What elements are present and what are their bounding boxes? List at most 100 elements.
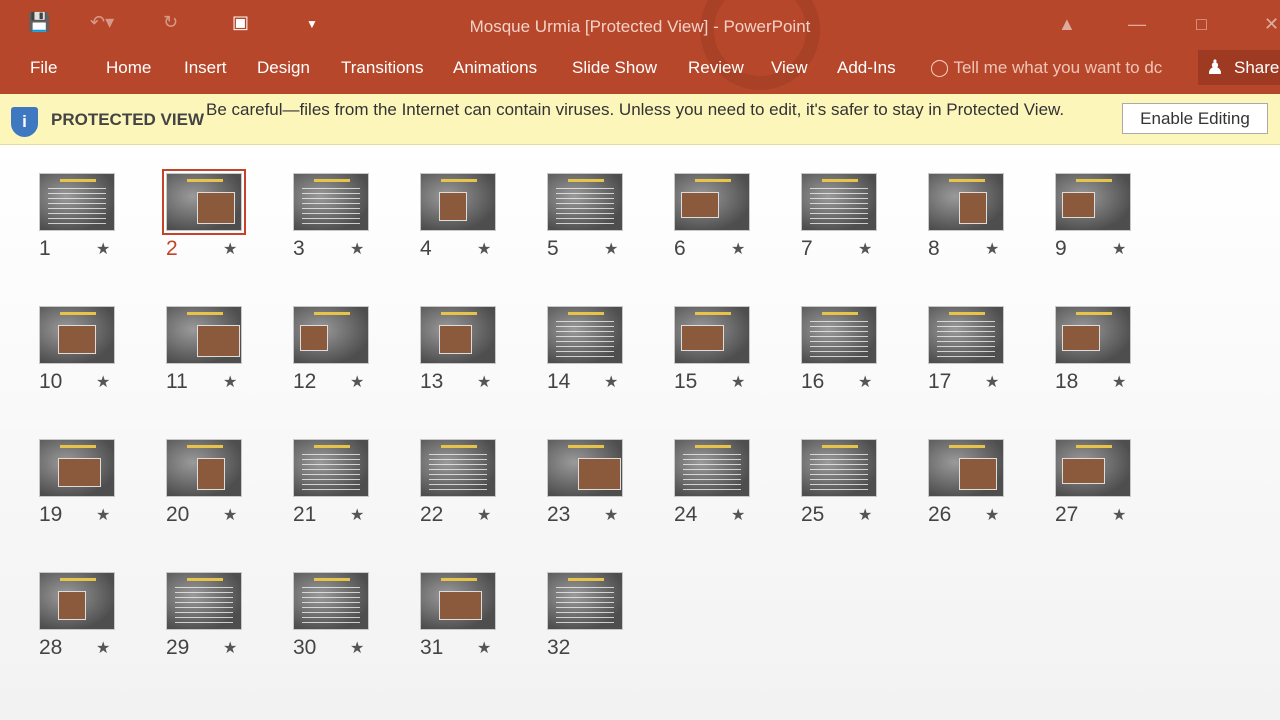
slide-thumbnail-item[interactable]: 24 ★: [674, 439, 774, 539]
slide-preview[interactable]: [1055, 306, 1131, 364]
slide-thumbnail-item[interactable]: 17 ★: [928, 306, 1028, 406]
slide-thumbnail-item[interactable]: 15 ★: [674, 306, 774, 406]
slide-thumbnail-item[interactable]: 18 ★: [1055, 306, 1155, 406]
slide-thumbnail-item[interactable]: 26 ★: [928, 439, 1028, 539]
animation-star-icon[interactable]: ★: [604, 239, 618, 259]
animation-star-icon[interactable]: ★: [985, 372, 999, 392]
animation-star-icon[interactable]: ★: [731, 505, 745, 525]
tab-file[interactable]: File: [30, 58, 57, 78]
slide-preview[interactable]: [166, 439, 242, 497]
slide-preview[interactable]: [547, 173, 623, 231]
animation-star-icon[interactable]: ★: [731, 239, 745, 259]
slide-thumbnail-item[interactable]: 20 ★: [166, 439, 266, 539]
animation-star-icon[interactable]: ★: [858, 239, 872, 259]
animation-star-icon[interactable]: ★: [731, 372, 745, 392]
tab-slide-show[interactable]: Slide Show: [572, 58, 657, 78]
slide-preview[interactable]: [293, 572, 369, 630]
tell-me-search[interactable]: ◯ Tell me what you want to dc: [930, 58, 1162, 78]
slide-preview[interactable]: [801, 173, 877, 231]
slide-preview[interactable]: [420, 173, 496, 231]
animation-star-icon[interactable]: ★: [350, 505, 364, 525]
share-button[interactable]: ♟ Share: [1198, 50, 1280, 85]
slide-thumbnail-item[interactable]: 16 ★: [801, 306, 901, 406]
animation-star-icon[interactable]: ★: [1112, 372, 1126, 392]
slide-thumbnail-item[interactable]: 6 ★: [674, 173, 774, 273]
slide-preview[interactable]: [674, 306, 750, 364]
slide-preview[interactable]: [293, 173, 369, 231]
slide-preview[interactable]: [547, 439, 623, 497]
tab-review[interactable]: Review: [688, 58, 744, 78]
slide-preview[interactable]: [801, 439, 877, 497]
slide-preview[interactable]: [166, 306, 242, 364]
animation-star-icon[interactable]: ★: [858, 372, 872, 392]
animation-star-icon[interactable]: ★: [96, 638, 110, 658]
minimize-icon[interactable]: —: [1128, 14, 1146, 35]
slide-preview[interactable]: [420, 439, 496, 497]
animation-star-icon[interactable]: ★: [1112, 505, 1126, 525]
slide-thumbnail-item[interactable]: 3 ★: [293, 173, 393, 273]
tab-add-ins[interactable]: Add-Ins: [837, 58, 896, 78]
slide-thumbnail-item[interactable]: 1 ★: [39, 173, 139, 273]
ribbon-display-icon[interactable]: ▲: [1058, 14, 1076, 35]
slide-thumbnail-item[interactable]: 29 ★: [166, 572, 266, 672]
animation-star-icon[interactable]: ★: [477, 239, 491, 259]
slide-preview[interactable]: [1055, 439, 1131, 497]
animation-star-icon[interactable]: ★: [350, 239, 364, 259]
slide-thumbnail-item[interactable]: 32: [547, 572, 647, 672]
slide-preview[interactable]: [39, 306, 115, 364]
slide-thumbnail-item[interactable]: 10 ★: [39, 306, 139, 406]
slide-thumbnail-item[interactable]: 22 ★: [420, 439, 520, 539]
tab-transitions[interactable]: Transitions: [341, 58, 424, 78]
animation-star-icon[interactable]: ★: [985, 239, 999, 259]
close-icon[interactable]: ✕: [1264, 14, 1279, 35]
animation-star-icon[interactable]: ★: [477, 638, 491, 658]
slide-preview[interactable]: [39, 439, 115, 497]
tab-insert[interactable]: Insert: [184, 58, 227, 78]
slide-thumbnail-item[interactable]: 7 ★: [801, 173, 901, 273]
slide-thumbnail-item[interactable]: 19 ★: [39, 439, 139, 539]
maximize-icon[interactable]: □: [1196, 14, 1207, 35]
slide-thumbnail-item[interactable]: 4 ★: [420, 173, 520, 273]
slide-thumbnail-item[interactable]: 5 ★: [547, 173, 647, 273]
slide-preview[interactable]: [928, 439, 1004, 497]
animation-star-icon[interactable]: ★: [604, 372, 618, 392]
slide-thumbnail-item[interactable]: 28 ★: [39, 572, 139, 672]
slide-preview[interactable]: [39, 173, 115, 231]
animation-star-icon[interactable]: ★: [604, 505, 618, 525]
animation-star-icon[interactable]: ★: [985, 505, 999, 525]
animation-star-icon[interactable]: ★: [96, 372, 110, 392]
animation-star-icon[interactable]: ★: [350, 372, 364, 392]
animation-star-icon[interactable]: ★: [223, 638, 237, 658]
slide-preview[interactable]: [293, 439, 369, 497]
slide-preview[interactable]: [166, 572, 242, 630]
tab-view[interactable]: View: [771, 58, 808, 78]
animation-star-icon[interactable]: ★: [858, 505, 872, 525]
slide-thumbnail-item[interactable]: 31 ★: [420, 572, 520, 672]
animation-star-icon[interactable]: ★: [350, 638, 364, 658]
slide-thumbnail-item[interactable]: 8 ★: [928, 173, 1028, 273]
tab-home[interactable]: Home: [106, 58, 151, 78]
slide-thumbnail-item[interactable]: 23 ★: [547, 439, 647, 539]
animation-star-icon[interactable]: ★: [223, 239, 237, 259]
animation-star-icon[interactable]: ★: [96, 239, 110, 259]
slide-preview[interactable]: [928, 173, 1004, 231]
slide-thumbnail-item[interactable]: 25 ★: [801, 439, 901, 539]
slide-thumbnail-item[interactable]: 12 ★: [293, 306, 393, 406]
slide-thumbnail-item[interactable]: 2 ★: [162, 169, 266, 273]
slide-thumbnail-item[interactable]: 30 ★: [293, 572, 393, 672]
slide-thumbnail-item[interactable]: 21 ★: [293, 439, 393, 539]
slide-preview[interactable]: [801, 306, 877, 364]
slide-thumbnail-item[interactable]: 11 ★: [166, 306, 266, 406]
slide-preview[interactable]: [420, 306, 496, 364]
slide-preview[interactable]: [547, 306, 623, 364]
slide-preview[interactable]: [1055, 173, 1131, 231]
slide-preview[interactable]: [928, 306, 1004, 364]
slide-thumbnail-item[interactable]: 13 ★: [420, 306, 520, 406]
slide-thumbnail-item[interactable]: 27 ★: [1055, 439, 1155, 539]
slide-thumbnail-item[interactable]: 14 ★: [547, 306, 647, 406]
animation-star-icon[interactable]: ★: [96, 505, 110, 525]
tab-design[interactable]: Design: [257, 58, 310, 78]
enable-editing-button[interactable]: Enable Editing: [1122, 103, 1268, 134]
animation-star-icon[interactable]: ★: [1112, 239, 1126, 259]
animation-star-icon[interactable]: ★: [223, 372, 237, 392]
